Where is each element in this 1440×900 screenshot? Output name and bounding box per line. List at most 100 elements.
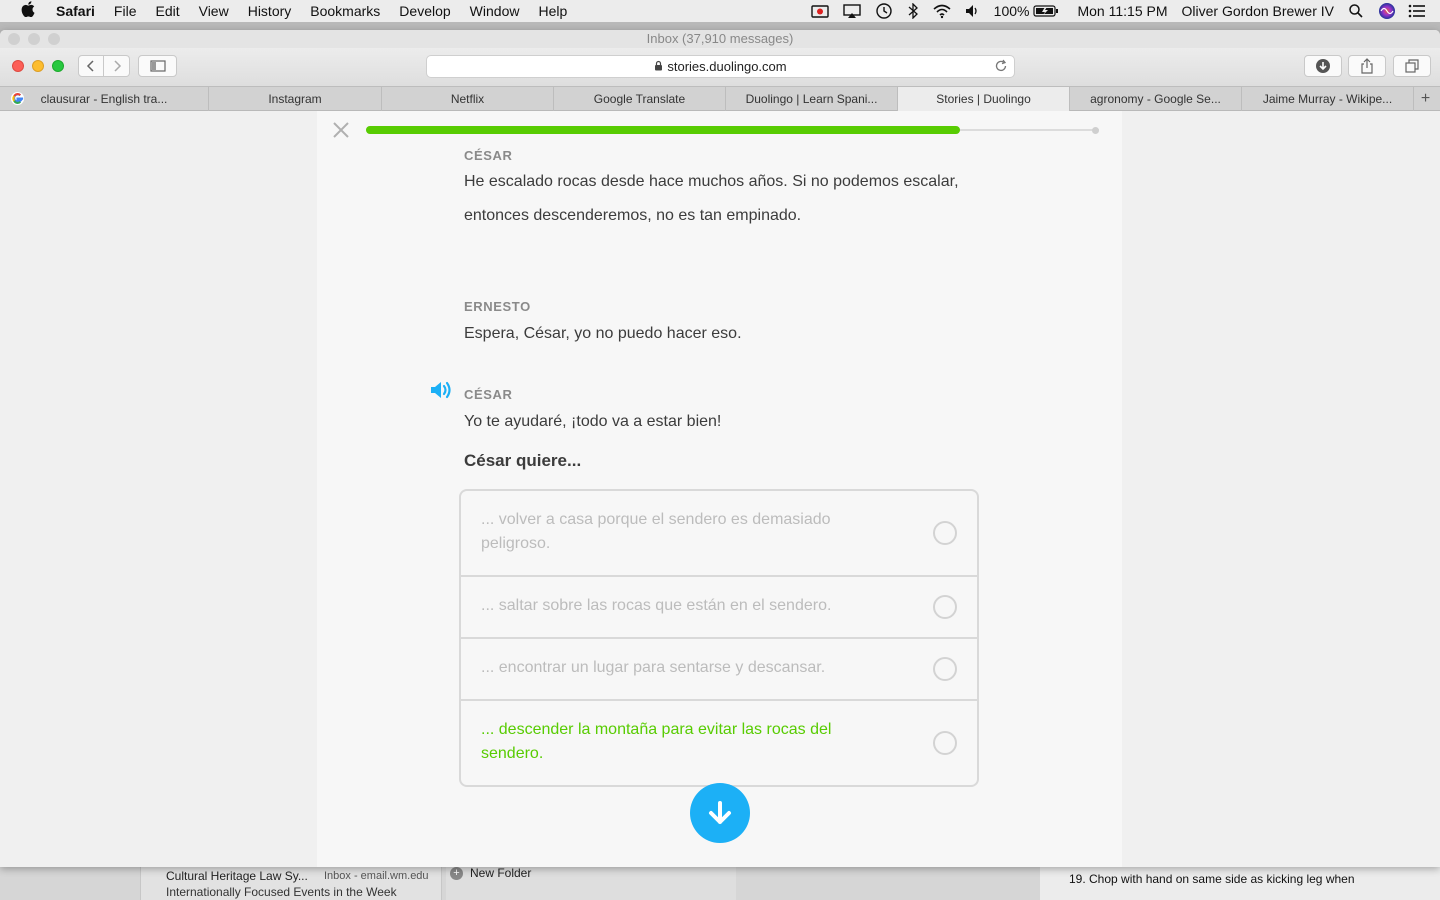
tab-bar: clausurar - English tra... Instagram Net… [0,86,1440,111]
url-text: stories.duolingo.com [667,59,787,74]
continue-button[interactable] [690,783,750,843]
web-page: CÉSAR He escalado rocas desde hace mucho… [0,111,1440,867]
menu-user-name[interactable]: Oliver Gordon Brewer IV [1182,3,1335,19]
answer-option[interactable]: ... saltar sobre las rocas que están en … [461,577,977,639]
reload-icon[interactable] [994,59,1008,76]
dialog-line: He escalado rocas desde hace muchos años… [464,173,959,190]
share-button[interactable] [1348,55,1386,77]
inactive-window-controls [8,33,60,45]
radio-button[interactable] [933,595,957,619]
plus-icon: + [1420,90,1431,107]
download-icon [1316,59,1330,73]
google-favicon-icon [10,91,25,106]
answer-option[interactable]: ... volver a casa porque el sendero es d… [461,491,977,577]
story-progress-bar [366,126,1099,134]
radio-button[interactable] [933,521,957,545]
tab-duolingo-learn[interactable]: Duolingo | Learn Spani... [726,87,898,111]
speaker-name: CÉSAR [464,148,513,160]
menu-edit[interactable]: Edit [155,3,179,19]
menu-app-safari[interactable]: Safari [56,3,95,19]
menu-window[interactable]: Window [470,3,520,19]
tab-label: Netflix [450,92,485,106]
sidebar-toggle-button[interactable] [138,55,177,77]
menu-bookmarks[interactable]: Bookmarks [310,3,380,19]
lock-icon [654,59,663,74]
question-prompt: César quiere... [464,451,582,470]
forward-button[interactable] [104,55,130,77]
radio-button[interactable] [933,657,957,681]
tabs-icon [1405,59,1419,73]
mail-message-row[interactable]: Cultural Heritage Law Sy... Inbox - emai… [140,866,442,900]
background-windows: Cultural Heritage Law Sy... Inbox - emai… [0,866,1440,900]
close-story-icon[interactable] [331,120,351,140]
safari-window: Inbox (37,910 messages) stories.duolingo… [0,30,1440,867]
new-folder-button[interactable]: + New Folder [446,866,736,900]
progress-fill [366,126,960,134]
apple-menu-icon[interactable] [0,1,56,21]
menu-develop[interactable]: Develop [399,3,450,19]
siri-icon[interactable] [1378,2,1396,20]
new-tab-button[interactable]: + [1414,87,1437,111]
chevron-right-icon [113,60,121,72]
tab-label: Stories | Duolingo [936,92,1031,106]
speaker-audio-icon[interactable] [429,378,455,402]
chevron-left-icon [86,60,94,72]
share-icon [1361,58,1373,74]
dialog-line: Espera, César, yo no puedo hacer eso. [464,325,742,342]
mail-account: Inbox - email.wm.edu [324,870,429,882]
menu-history[interactable]: History [248,3,292,19]
fullscreen-window-button[interactable] [52,60,64,72]
sidebar-icon [149,60,166,72]
close-window-button[interactable] [12,60,24,72]
menu-file[interactable]: File [114,3,137,19]
note-text: 19. Chop with hand on same side as kicki… [1069,872,1355,886]
tab-agronomy[interactable]: agronomy - Google Se... [1070,87,1242,111]
answer-option[interactable]: ... encontrar un lugar para sentarse y d… [461,639,977,701]
tab-overview-button[interactable] [1393,55,1431,77]
time-machine-icon[interactable] [874,2,894,20]
mail-subject: Cultural Heritage Law Sy... [166,869,308,883]
wifi-icon[interactable] [932,3,952,19]
record-icon[interactable] [810,3,830,19]
tab-jaime-murray[interactable]: Jaime Murray - Wikipe... [1242,87,1414,111]
menu-help[interactable]: Help [538,3,567,19]
menu-clock[interactable]: Mon 11:15 PM [1077,3,1167,19]
tab-label: Google Translate [593,92,686,106]
story-panel: CÉSAR He escalado rocas desde hace mucho… [317,111,1122,867]
tab-label: Duolingo | Learn Spani... [745,92,878,106]
answer-text: ... encontrar un lugar para sentarse y d… [481,659,826,676]
airplay-icon[interactable] [842,3,862,19]
tab-label: clausurar - English tra... [40,92,168,106]
menu-view[interactable]: View [199,3,229,19]
progress-end-dot [1092,127,1099,134]
notification-center-icon[interactable] [1408,4,1426,18]
answer-text: ... descender la montaña para evitar las… [481,721,832,762]
spotlight-search-icon[interactable] [1348,3,1364,19]
new-folder-label: New Folder [470,866,532,880]
tab-label: Jaime Murray - Wikipe... [1262,92,1393,106]
minimize-window-button[interactable] [32,60,44,72]
tab-netflix[interactable]: Netflix [382,87,554,111]
dialog-line: entonces descenderemos, no es tan empina… [464,207,802,224]
back-button[interactable] [78,55,104,77]
address-bar[interactable]: stories.duolingo.com [426,55,1015,78]
radio-button[interactable] [933,731,957,755]
bluetooth-icon[interactable] [906,3,920,19]
safari-toolbar: stories.duolingo.com [0,48,1440,86]
tab-clausurar[interactable]: clausurar - English tra... [0,87,209,111]
tab-stories-duolingo[interactable]: Stories | Duolingo [898,87,1070,111]
answer-options: ... volver a casa porque el sendero es d… [459,489,979,787]
volume-icon[interactable] [964,3,982,19]
tab-label: agronomy - Google Se... [1090,92,1221,106]
tab-google-translate[interactable]: Google Translate [554,87,726,111]
dialog-line: Yo te ayudaré, ¡todo va a estar bien! [464,413,722,430]
tab-label: Instagram [268,92,322,106]
tab-instagram[interactable]: Instagram [209,87,382,111]
macos-menu-bar: Safari File Edit View History Bookmarks … [0,0,1440,22]
downloads-button[interactable] [1304,55,1342,77]
answer-text: ... saltar sobre las rocas que están en … [481,597,832,614]
answer-option-correct[interactable]: ... descender la montaña para evitar las… [461,701,977,785]
battery-icon[interactable] [1033,4,1059,18]
speaker-name: CÉSAR [464,387,513,402]
window-controls [12,60,64,72]
